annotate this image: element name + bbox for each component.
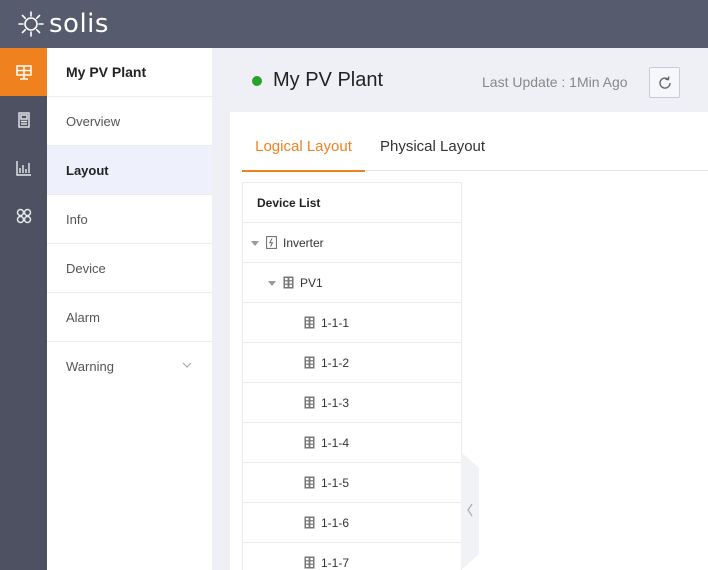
tree-row-panel[interactable]: 1-1-6 (243, 503, 461, 543)
plant-board-icon (15, 65, 32, 80)
status-indicator-dot (252, 76, 262, 86)
brand-name: solis (49, 9, 109, 39)
subnav-item-label: Info (66, 211, 88, 227)
tree-row-panel[interactable]: 1-1-3 (243, 383, 461, 423)
caret-down-icon[interactable] (251, 239, 259, 247)
panel-icon (304, 516, 315, 529)
subnav-title: My PV Plant (47, 48, 212, 97)
last-update-text: Last Update : 1Min Ago (482, 74, 628, 90)
tree-row-panel[interactable]: 1-1-4 (243, 423, 461, 463)
caret-down-icon[interactable] (268, 279, 276, 287)
sun-logo-icon (18, 11, 44, 37)
tree-row-inverter[interactable]: Inverter (243, 223, 461, 263)
tree-node-label: 1-1-1 (321, 315, 350, 330)
chart-icon (15, 161, 31, 176)
tree-row-pv1[interactable]: PV1 (243, 263, 461, 303)
subnav-item-label: Alarm (66, 309, 100, 325)
panel-icon (304, 316, 315, 329)
apps-grid-icon (16, 208, 31, 224)
tree-node-label: Inverter (283, 235, 324, 250)
plant-subnav: My PV Plant Overview Layout Info Device … (47, 48, 212, 570)
subnav-item-layout[interactable]: Layout (47, 146, 212, 195)
subnav-item-overview[interactable]: Overview (47, 97, 212, 146)
panel-icon (304, 396, 315, 409)
page-title: My PV Plant (273, 69, 384, 91)
tree-node-label: 1-1-6 (321, 515, 350, 530)
rail-item-apps[interactable] (0, 192, 47, 240)
subnav-item-label: Overview (66, 113, 121, 129)
subnav-item-label: Warning (66, 359, 114, 374)
subnav-item-warning[interactable]: Warning (47, 342, 212, 391)
device-list-header: Device List (243, 183, 461, 223)
subnav-item-label: Layout (66, 162, 109, 178)
refresh-button[interactable] (649, 67, 680, 98)
panel-icon (304, 436, 315, 449)
panel-icon (304, 476, 315, 489)
collapse-panel-handle[interactable] (461, 452, 481, 570)
tab-label: Physical Layout (380, 138, 486, 155)
rail-item-plant[interactable] (0, 48, 47, 96)
subnav-item-info[interactable]: Info (47, 195, 212, 244)
tree-row-panel[interactable]: 1-1-1 (243, 303, 461, 343)
subnav-item-device[interactable]: Device (47, 244, 212, 293)
panel-icon (304, 356, 315, 369)
page-header: My PV Plant Last Update : 1Min Ago (212, 48, 708, 112)
icon-rail (0, 48, 47, 570)
tree-node-label: 1-1-5 (321, 475, 350, 490)
tree-row-panel[interactable]: 1-1-2 (243, 343, 461, 383)
panel-icon (304, 556, 315, 569)
rail-item-charts[interactable] (0, 144, 47, 192)
tree-node-label: PV1 (300, 275, 323, 290)
tree-node-label: 1-1-7 (321, 555, 350, 570)
tab-logical-layout[interactable]: Logical Layout (242, 122, 365, 172)
panel-icon (283, 276, 294, 289)
inverter-icon (266, 236, 277, 249)
top-bar: solis (0, 0, 708, 48)
device-list: Device List Inverter PV1 1-1-1 1-1-2 1-1… (242, 182, 462, 570)
tab-label: Logical Layout (255, 138, 352, 155)
device-doc-icon (17, 112, 30, 128)
chevron-down-icon (182, 362, 192, 368)
refresh-icon (658, 75, 671, 89)
layout-tabs: Logical Layout Physical Layout (242, 122, 708, 172)
tree-node-label: 1-1-4 (321, 435, 350, 450)
brand-logo[interactable]: solis (16, 9, 109, 39)
tree-row-panel[interactable]: 1-1-5 (243, 463, 461, 503)
tree-row-panel[interactable]: 1-1-7 (243, 543, 461, 570)
rail-item-devices[interactable] (0, 96, 47, 144)
tab-physical-layout[interactable]: Physical Layout (380, 122, 485, 171)
subnav-item-alarm[interactable]: Alarm (47, 293, 212, 342)
tree-node-label: 1-1-3 (321, 395, 350, 410)
chevron-left-icon (461, 452, 479, 570)
subnav-item-label: Device (66, 260, 106, 276)
tree-node-label: 1-1-2 (321, 355, 350, 370)
